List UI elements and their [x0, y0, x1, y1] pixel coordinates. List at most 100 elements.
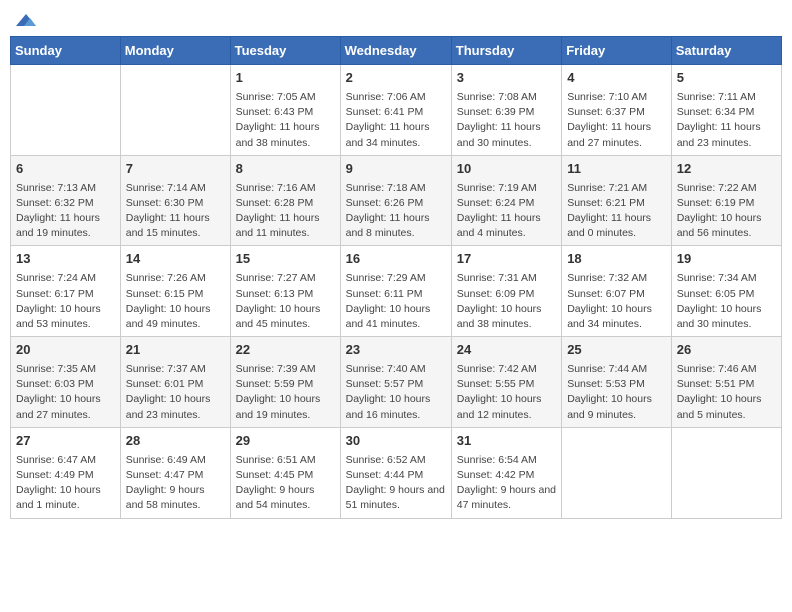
calendar-cell: 3Sunrise: 7:08 AM Sunset: 6:39 PM Daylig…: [451, 65, 561, 156]
day-detail: Sunrise: 7:24 AM Sunset: 6:17 PM Dayligh…: [16, 271, 115, 332]
calendar-cell: 2 Sunrise: 7:06 AM Sunset: 6:41 PM Daylig…: [340, 65, 451, 156]
calendar-cell: 25 Sunrise: 7:44 AM Sunset: 5:53 PM Dayli…: [562, 337, 672, 428]
day-detail: Sunrise: 6:47 AM Sunset: 4:49 PM Dayligh…: [16, 453, 115, 514]
day-detail: Sunrise: 7:40 AM Sunset: 5:57 PM Dayligh…: [346, 362, 446, 423]
calendar-cell: 31 Sunrise: 6:54 AM Sunset: 4:42 PM Dayli…: [451, 427, 561, 518]
day-detail: Sunrise: 7:32 AM Sunset: 6:07 PM Dayligh…: [567, 271, 666, 332]
day-number: 31: [457, 432, 556, 451]
calendar-cell: 8 Sunrise: 7:16 AM Sunset: 6:28 PM Daylig…: [230, 155, 340, 246]
calendar-cell: [671, 427, 781, 518]
day-number: 23: [346, 341, 446, 360]
calendar: SundayMondayTuesdayWednesdayThursdayFrid…: [10, 36, 782, 519]
day-header-thursday: Thursday: [451, 37, 561, 65]
day-number: 15: [236, 250, 335, 269]
day-detail: Sunrise: 7:18 AM Sunset: 6:26 PM Dayligh…: [346, 181, 446, 242]
day-detail: Sunrise: 6:51 AM Sunset: 4:45 PM Dayligh…: [236, 453, 335, 514]
day-number: 4: [567, 69, 666, 88]
day-detail: Sunrise: 7:22 AM Sunset: 6:19 PM Dayligh…: [677, 181, 776, 242]
calendar-cell: 11 Sunrise: 7:21 AM Sunset: 6:21 PM Dayli…: [562, 155, 672, 246]
calendar-cell: 12 Sunrise: 7:22 AM Sunset: 6:19 PM Dayli…: [671, 155, 781, 246]
day-number: 17: [457, 250, 556, 269]
calendar-cell: 7 Sunrise: 7:14 AM Sunset: 6:30 PM Daylig…: [120, 155, 230, 246]
day-detail: Sunrise: 6:49 AM Sunset: 4:47 PM Dayligh…: [126, 453, 225, 514]
day-number: 9: [346, 160, 446, 179]
calendar-cell: 9 Sunrise: 7:18 AM Sunset: 6:26 PM Daylig…: [340, 155, 451, 246]
calendar-cell: 23 Sunrise: 7:40 AM Sunset: 5:57 PM Dayli…: [340, 337, 451, 428]
day-number: 26: [677, 341, 776, 360]
calendar-week-1: 1 Sunrise: 7:05 AM Sunset: 6:43 PM Daylig…: [11, 65, 782, 156]
day-header-friday: Friday: [562, 37, 672, 65]
day-detail: Sunrise: 7:14 AM Sunset: 6:30 PM Dayligh…: [126, 181, 225, 242]
calendar-cell: 6 Sunrise: 7:13 AM Sunset: 6:32 PM Daylig…: [11, 155, 121, 246]
day-number: 25: [567, 341, 666, 360]
day-number: 30: [346, 432, 446, 451]
day-number: 29: [236, 432, 335, 451]
day-detail: Sunrise: 7:44 AM Sunset: 5:53 PM Dayligh…: [567, 362, 666, 423]
day-number: 20: [16, 341, 115, 360]
calendar-week-2: 6 Sunrise: 7:13 AM Sunset: 6:32 PM Daylig…: [11, 155, 782, 246]
day-detail: Sunrise: 7:39 AM Sunset: 5:59 PM Dayligh…: [236, 362, 335, 423]
day-detail: Sunrise: 7:16 AM Sunset: 6:28 PM Dayligh…: [236, 181, 335, 242]
calendar-cell: 28 Sunrise: 6:49 AM Sunset: 4:47 PM Dayli…: [120, 427, 230, 518]
calendar-cell: 10 Sunrise: 7:19 AM Sunset: 6:24 PM Dayli…: [451, 155, 561, 246]
day-number: 14: [126, 250, 225, 269]
day-header-saturday: Saturday: [671, 37, 781, 65]
day-number: 7: [126, 160, 225, 179]
day-number: 5: [677, 69, 776, 88]
day-number: 6: [16, 160, 115, 179]
day-number: 18: [567, 250, 666, 269]
day-number: 19: [677, 250, 776, 269]
day-number: 3: [457, 69, 556, 88]
day-header-tuesday: Tuesday: [230, 37, 340, 65]
calendar-cell: 5Sunrise: 7:11 AM Sunset: 6:34 PM Daylig…: [671, 65, 781, 156]
calendar-cell: 29 Sunrise: 6:51 AM Sunset: 4:45 PM Dayli…: [230, 427, 340, 518]
calendar-cell: 15 Sunrise: 7:27 AM Sunset: 6:13 PM Dayli…: [230, 246, 340, 337]
day-number: 8: [236, 160, 335, 179]
calendar-cell: 26Sunrise: 7:46 AM Sunset: 5:51 PM Dayli…: [671, 337, 781, 428]
day-number: 16: [346, 250, 446, 269]
day-header-monday: Monday: [120, 37, 230, 65]
calendar-week-3: 13 Sunrise: 7:24 AM Sunset: 6:17 PM Dayli…: [11, 246, 782, 337]
day-number: 12: [677, 160, 776, 179]
calendar-cell: 20 Sunrise: 7:35 AM Sunset: 6:03 PM Dayli…: [11, 337, 121, 428]
day-number: 27: [16, 432, 115, 451]
day-number: 24: [457, 341, 556, 360]
calendar-week-4: 20 Sunrise: 7:35 AM Sunset: 6:03 PM Dayli…: [11, 337, 782, 428]
day-detail: Sunrise: 7:19 AM Sunset: 6:24 PM Dayligh…: [457, 181, 556, 242]
calendar-cell: 18 Sunrise: 7:32 AM Sunset: 6:07 PM Dayli…: [562, 246, 672, 337]
day-detail: Sunrise: 7:26 AM Sunset: 6:15 PM Dayligh…: [126, 271, 225, 332]
day-detail: Sunrise: 6:54 AM Sunset: 4:42 PM Dayligh…: [457, 453, 556, 514]
calendar-cell: [11, 65, 121, 156]
day-detail: Sunrise: 7:34 AM Sunset: 6:05 PM Dayligh…: [677, 271, 776, 332]
day-number: 2: [346, 69, 446, 88]
day-header-sunday: Sunday: [11, 37, 121, 65]
calendar-cell: 21Sunrise: 7:37 AM Sunset: 6:01 PM Dayli…: [120, 337, 230, 428]
day-detail: Sunrise: 7:13 AM Sunset: 6:32 PM Dayligh…: [16, 181, 115, 242]
day-number: 1: [236, 69, 335, 88]
calendar-cell: [120, 65, 230, 156]
calendar-cell: 27 Sunrise: 6:47 AM Sunset: 4:49 PM Dayli…: [11, 427, 121, 518]
day-detail: Sunrise: 7:27 AM Sunset: 6:13 PM Dayligh…: [236, 271, 335, 332]
day-detail: Sunrise: 7:37 AM Sunset: 6:01 PM Dayligh…: [126, 362, 225, 423]
day-header-wednesday: Wednesday: [340, 37, 451, 65]
day-detail: Sunrise: 6:52 AM Sunset: 4:44 PM Dayligh…: [346, 453, 446, 514]
calendar-cell: 24Sunrise: 7:42 AM Sunset: 5:55 PM Dayli…: [451, 337, 561, 428]
calendar-cell: 16 Sunrise: 7:29 AM Sunset: 6:11 PM Dayli…: [340, 246, 451, 337]
logo: [14, 14, 36, 28]
calendar-week-5: 27 Sunrise: 6:47 AM Sunset: 4:49 PM Dayli…: [11, 427, 782, 518]
day-number: 28: [126, 432, 225, 451]
day-number: 13: [16, 250, 115, 269]
calendar-cell: 30 Sunrise: 6:52 AM Sunset: 4:44 PM Dayli…: [340, 427, 451, 518]
day-detail: Sunrise: 7:21 AM Sunset: 6:21 PM Dayligh…: [567, 181, 666, 242]
header: [10, 10, 782, 28]
day-detail: Sunrise: 7:05 AM Sunset: 6:43 PM Dayligh…: [236, 90, 335, 151]
day-detail: Sunrise: 7:31 AM Sunset: 6:09 PM Dayligh…: [457, 271, 556, 332]
day-detail: Sunrise: 7:29 AM Sunset: 6:11 PM Dayligh…: [346, 271, 446, 332]
logo-icon: [16, 12, 36, 28]
calendar-cell: 4Sunrise: 7:10 AM Sunset: 6:37 PM Daylig…: [562, 65, 672, 156]
day-number: 11: [567, 160, 666, 179]
day-number: 10: [457, 160, 556, 179]
day-detail: Sunrise: 7:35 AM Sunset: 6:03 PM Dayligh…: [16, 362, 115, 423]
day-number: 22: [236, 341, 335, 360]
day-detail: Sunrise: 7:06 AM Sunset: 6:41 PM Dayligh…: [346, 90, 446, 151]
